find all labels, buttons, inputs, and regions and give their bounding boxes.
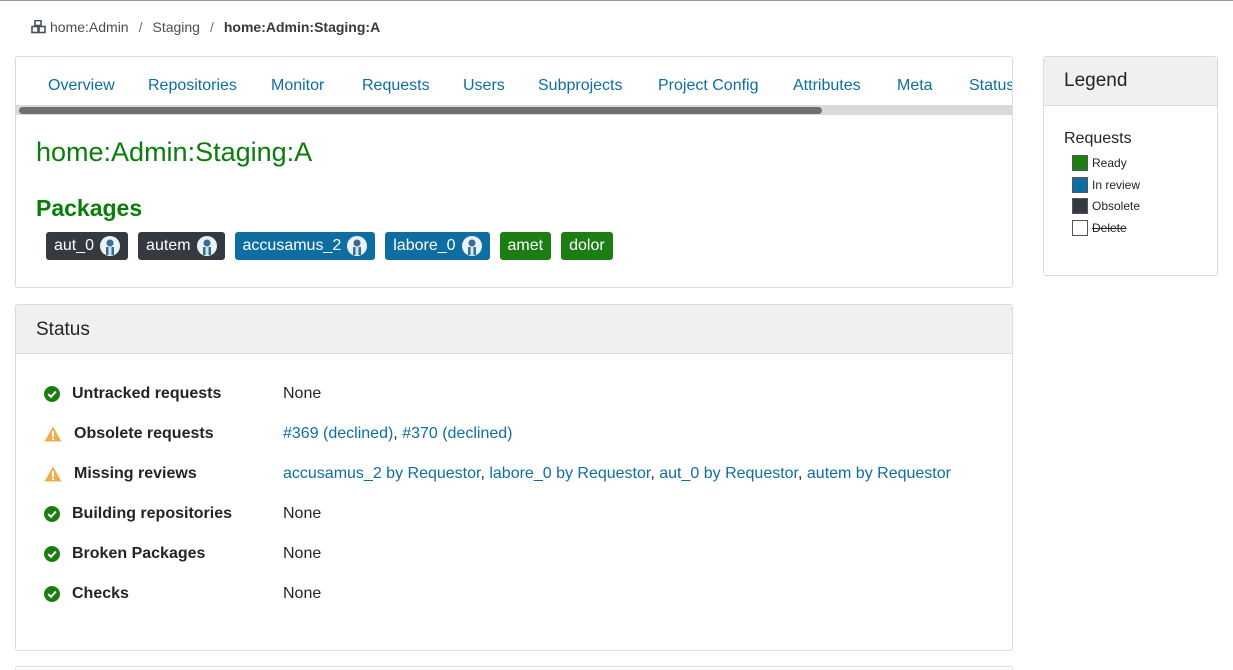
status-value: None — [283, 385, 322, 402]
review-link-autem[interactable]: autem by Requestor — [807, 465, 951, 482]
package-name: amet — [507, 237, 544, 254]
review-link-labore-0[interactable]: labore_0 by Requestor — [489, 465, 650, 482]
status-label: Missing reviews — [74, 465, 197, 482]
breadcrumb-home-admin[interactable]: home:Admin — [50, 19, 129, 35]
avatar-icon — [347, 236, 368, 256]
legend-item-ready: Ready — [1072, 155, 1127, 171]
status-row-untracked-requests: Untracked requests None — [44, 383, 321, 405]
status-label: Obsolete requests — [74, 425, 214, 442]
legend-label: Obsolete — [1092, 199, 1141, 213]
legend-swatch — [1072, 198, 1088, 214]
next-card-edge — [15, 666, 1013, 670]
legend-swatch — [1072, 177, 1088, 193]
package-badge-accusamus-2[interactable]: accusamus_2 — [234, 232, 376, 260]
tab-subprojects[interactable]: Subprojects — [538, 77, 623, 95]
check-circle-icon — [44, 506, 60, 522]
status-label: Building repositories — [72, 505, 233, 522]
avatar-icon — [461, 236, 482, 256]
legend-item-obsolete: Obsolete — [1072, 198, 1140, 214]
status-card: Status Untracked requests None Obsolete … — [15, 304, 1013, 651]
tab-meta[interactable]: Meta — [897, 77, 933, 95]
package-badge-amet[interactable]: amet — [499, 232, 552, 260]
check-circle-icon — [44, 546, 60, 562]
breadcrumb-staging[interactable]: Staging — [152, 19, 199, 35]
tab-project-config[interactable]: Project Config — [658, 77, 759, 95]
breadcrumb-current: home:Admin:Staging:A — [223, 19, 381, 35]
tab-attributes[interactable]: Attributes — [793, 77, 861, 95]
status-label: Broken Packages — [72, 545, 206, 562]
warning-icon — [44, 426, 62, 442]
tab-users[interactable]: Users — [463, 77, 505, 95]
check-circle-icon — [44, 586, 60, 602]
status-value: accusamus_2 by Requestor, labore_0 by Re… — [283, 465, 951, 482]
review-link-accusamus-2[interactable]: accusamus_2 by Requestor — [283, 465, 480, 482]
legend-label: Ready — [1092, 156, 1127, 170]
status-value: None — [283, 545, 322, 562]
breadcrumb-separator: / — [138, 19, 143, 35]
package-name: autem — [146, 237, 191, 254]
tab-status[interactable]: Status — [969, 77, 1012, 95]
status-row-broken-packages: Broken Packages None — [44, 543, 321, 565]
status-label: Untracked requests — [72, 385, 222, 402]
tab-overview[interactable]: Overview — [48, 77, 115, 95]
legend-label: In review — [1092, 178, 1141, 192]
status-row-missing-reviews: Missing reviews accusamus_2 by Requestor… — [44, 463, 951, 485]
check-circle-icon — [44, 386, 60, 402]
package-name: aut_0 — [54, 237, 95, 254]
legend-swatch — [1072, 155, 1088, 171]
legend-item-in-review: In review — [1072, 177, 1140, 193]
project-title: home:Admin:Staging:A — [36, 137, 313, 167]
warning-icon — [44, 466, 62, 482]
package-badge-autem[interactable]: autem — [138, 232, 225, 260]
review-link-aut-0[interactable]: aut_0 by Requestor — [659, 465, 798, 482]
status-row-obsolete-requests: Obsolete requests #369 (declined), #370 … — [44, 423, 512, 445]
legend-card: Legend Requests Ready In review Obsolete… — [1043, 56, 1218, 276]
avatar-icon — [196, 236, 217, 256]
tabs-scrollbar-thumb[interactable] — [19, 107, 822, 114]
request-link-370[interactable]: #370 (declined) — [402, 425, 512, 442]
status-label: Checks — [72, 585, 129, 602]
package-name: dolor — [569, 237, 605, 254]
tab-repositories[interactable]: Repositories — [148, 77, 237, 95]
status-heading: Status — [16, 305, 1012, 354]
breadcrumb: home:Admin / Staging / home:Admin:Stagin… — [31, 19, 380, 35]
legend-label: Delete — [1092, 221, 1127, 235]
legend-item-delete: Delete — [1072, 220, 1127, 236]
cubes-icon — [31, 20, 46, 34]
project-tabs: Overview Repositories Monitor Requests U… — [16, 57, 1012, 115]
package-name: accusamus_2 — [242, 237, 342, 254]
package-name: labore_0 — [393, 237, 456, 254]
tab-requests[interactable]: Requests — [362, 77, 430, 95]
top-border — [0, 0, 1233, 1]
package-badge-aut-0[interactable]: aut_0 — [46, 232, 129, 260]
status-row-building-repositories: Building repositories None — [44, 503, 321, 525]
status-value: #369 (declined), #370 (declined) — [283, 425, 513, 442]
breadcrumb-separator: / — [209, 19, 214, 35]
package-badge-labore-0[interactable]: labore_0 — [385, 232, 490, 260]
legend-heading: Legend — [1044, 57, 1217, 106]
legend-subheading: Requests — [1064, 130, 1132, 147]
request-link-369[interactable]: #369 (declined) — [283, 425, 393, 442]
status-value: None — [283, 585, 322, 602]
status-value: None — [283, 505, 322, 522]
project-card: Overview Repositories Monitor Requests U… — [15, 56, 1013, 288]
status-row-checks: Checks None — [44, 583, 321, 605]
package-badge-dolor[interactable]: dolor — [561, 232, 613, 260]
package-list: aut_0 autem accusamus_2 labore_0 amet do… — [46, 232, 613, 260]
avatar-icon — [100, 236, 121, 256]
legend-swatch — [1072, 220, 1088, 236]
tabs-scrollbar[interactable] — [16, 105, 1012, 115]
packages-heading: Packages — [36, 195, 143, 221]
tab-monitor[interactable]: Monitor — [271, 77, 324, 95]
